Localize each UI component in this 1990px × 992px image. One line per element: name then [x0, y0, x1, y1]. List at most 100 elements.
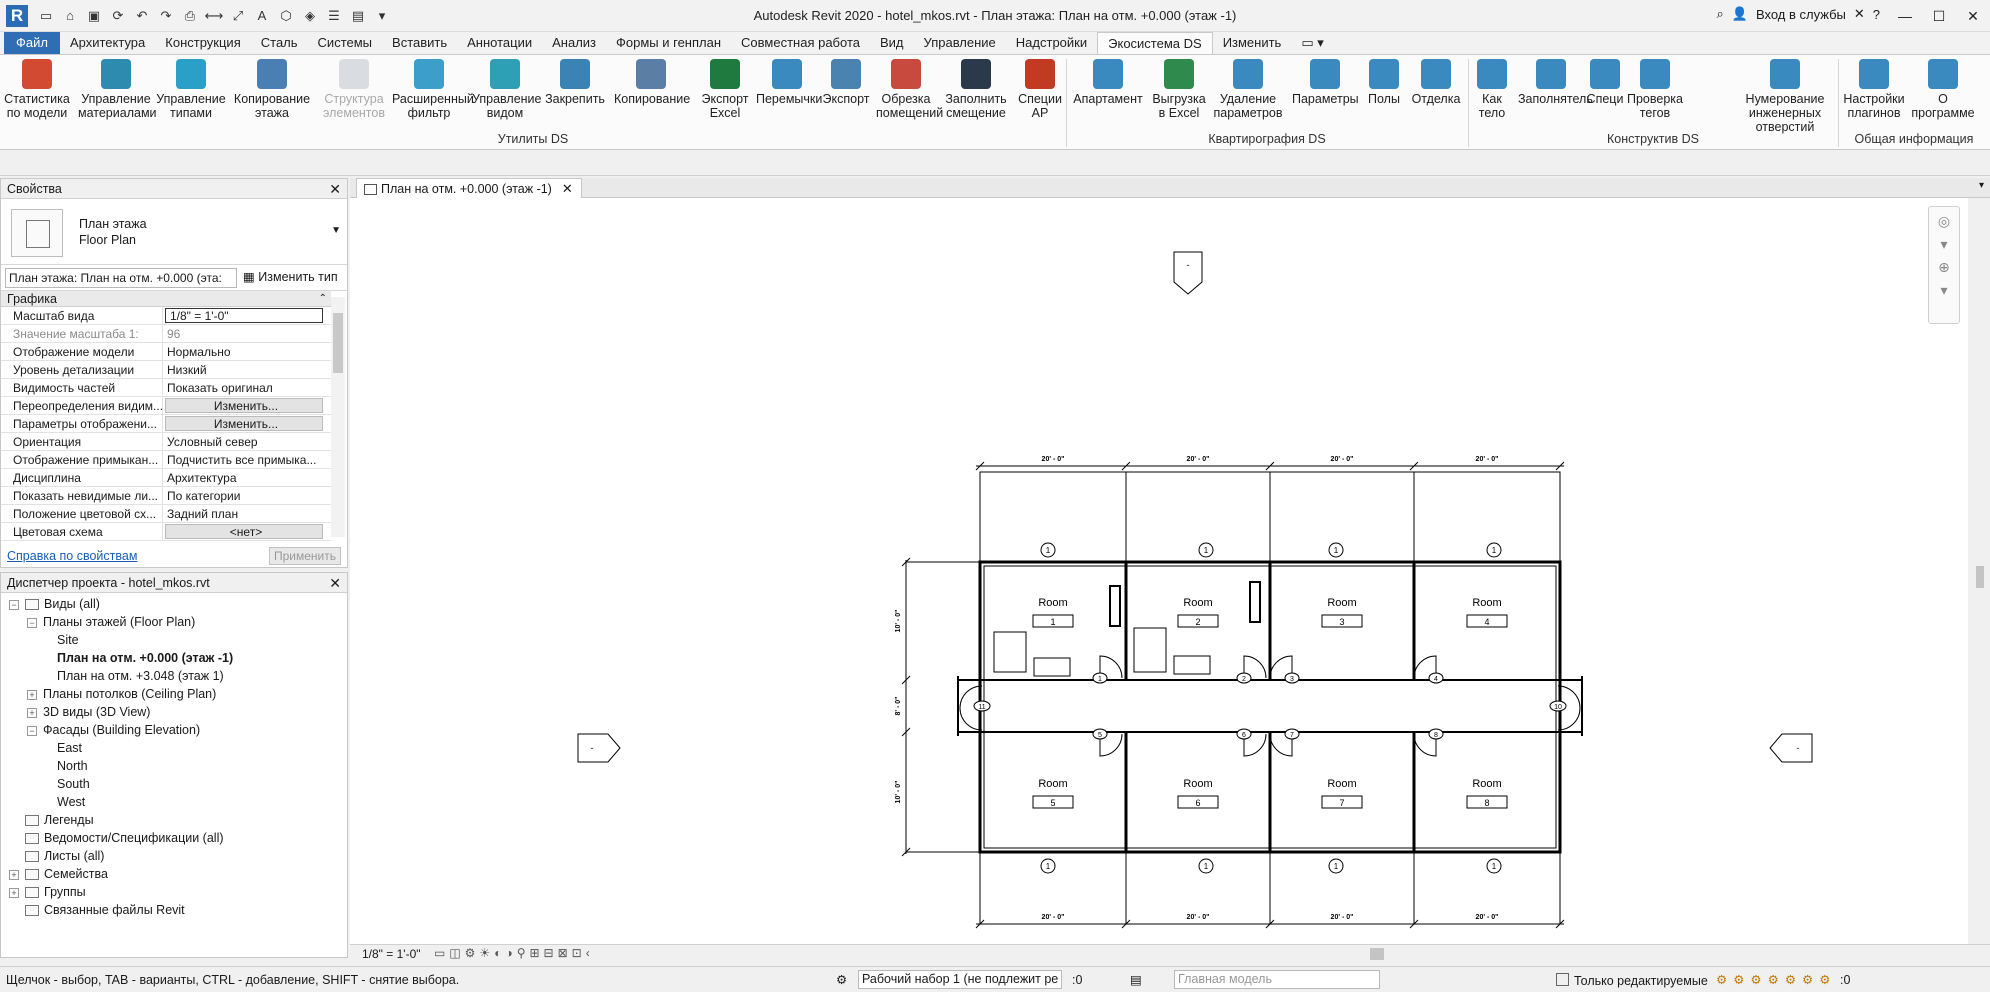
room-tag-name[interactable]: Room	[1183, 597, 1212, 609]
view-scale[interactable]: 1/8" = 1'-0"	[362, 947, 421, 961]
ribbon-button[interactable]: Параметры	[1292, 59, 1359, 106]
ribbon-button[interactable]: Перемычки	[756, 59, 822, 106]
editable-only-checkbox[interactable]: Только редактируемые	[1556, 973, 1708, 988]
ribbon-button[interactable]: Заполнятель	[1518, 59, 1593, 106]
tree-item[interactable]: Листы (all)	[9, 847, 104, 865]
expand-icon[interactable]: +	[27, 707, 37, 718]
property-row[interactable]: Масштаб вида 1/8" = 1'-0"	[1, 307, 331, 325]
close-window-icon[interactable]: ✕	[1956, 0, 1990, 32]
property-value[interactable]: Подчистить все примыка...	[163, 451, 331, 468]
scroll-thumb[interactable]	[333, 313, 343, 373]
ribbon-button[interactable]: Удаление параметров	[1212, 59, 1284, 120]
expand-icon[interactable]: +	[27, 689, 37, 700]
property-value[interactable]: 96	[163, 325, 331, 342]
worksets-icon[interactable]: ⚙	[836, 972, 847, 987]
tree-item[interactable]: План на отм. +3.048 (этаж 1)	[57, 667, 224, 685]
collapse-icon[interactable]: −	[27, 725, 37, 736]
help-button[interactable]: ?	[1873, 7, 1880, 22]
sync-icon[interactable]: ⟳	[108, 7, 128, 25]
design-option-select[interactable]: Главная модель	[1174, 970, 1380, 989]
apply-button[interactable]: Применить	[269, 547, 341, 565]
property-value[interactable]: Задний план	[163, 505, 331, 522]
tree-item[interactable]: Site	[57, 631, 79, 649]
ribbon-tab[interactable]: Сталь	[251, 32, 308, 54]
save-icon[interactable]: ▣	[84, 7, 104, 25]
property-row[interactable]: Отображение примыкан... Подчистить все пр…	[1, 451, 331, 469]
ribbon-button[interactable]: Выгрузка в Excel	[1150, 59, 1208, 120]
nav-chevron-icon[interactable]: ▾	[1929, 236, 1959, 253]
room-tag-name[interactable]: Room	[1038, 597, 1067, 609]
signin-menu[interactable]: Вход в службы	[1756, 7, 1846, 22]
tree-item[interactable]: East	[57, 739, 82, 757]
property-value[interactable]: Архитектура	[163, 469, 331, 486]
section-icon[interactable]: ◈	[300, 7, 320, 25]
ribbon-button[interactable]: Копирование	[614, 59, 690, 106]
ribbon-button[interactable]: Настройки плагинов	[1842, 59, 1906, 120]
edit-type-button[interactable]: ▦ Изменить тип	[243, 269, 338, 284]
ribbon-tab[interactable]: Конструкция	[155, 32, 250, 54]
ribbon-button[interactable]: Обрезка помещений	[876, 59, 943, 120]
thin-lines-icon[interactable]: ☰	[324, 7, 344, 25]
tree-item[interactable]: South	[57, 775, 90, 793]
elevation-marker[interactable]	[1173, 251, 1203, 295]
tree-item[interactable]: North	[57, 757, 88, 775]
room-tag-name[interactable]: Room	[1183, 778, 1212, 790]
expand-icon[interactable]: +	[9, 887, 19, 898]
room-tag-name[interactable]: Room	[1472, 778, 1501, 790]
tree-item[interactable]: План на отм. +0.000 (этаж -1)	[57, 649, 233, 667]
ribbon-tab[interactable]: Вставить	[382, 32, 457, 54]
dimension-icon[interactable]: ⤢	[228, 7, 248, 25]
floor-plan-drawing[interactable]: 20' - 0" 20' - 0" 20' - 0" 20' - 0" 20' - 0"…	[350, 198, 1968, 944]
properties-scrollbar[interactable]	[331, 297, 345, 537]
ribbon-tab[interactable]: Надстройки	[1006, 32, 1097, 54]
elevation-marker[interactable]	[1769, 733, 1813, 763]
ribbon-tab[interactable]: Файл	[4, 32, 60, 54]
room-tag-name[interactable]: Room	[1472, 597, 1501, 609]
property-value[interactable]: Изменить...	[165, 398, 323, 413]
property-row[interactable]: Видимость частей Показать оригинал	[1, 379, 331, 397]
zoom-icon[interactable]: ⊕	[1929, 259, 1959, 276]
ribbon-button[interactable]: Апартамент	[1070, 59, 1146, 106]
ribbon-tab[interactable]: Управление	[914, 32, 1006, 54]
ribbon-button[interactable]: Нумерование инженерных отверстий	[1720, 59, 1850, 134]
ribbon-button[interactable]: Статистика по модели	[4, 59, 70, 120]
3d-view-icon[interactable]: ⬡	[276, 7, 296, 25]
collapse-icon[interactable]: −	[9, 599, 19, 610]
exchange-icon[interactable]: ✕	[1854, 6, 1865, 22]
ribbon-button[interactable]: Управление типами	[156, 59, 226, 120]
property-row[interactable]: Положение цветовой сх... Задний план	[1, 505, 331, 523]
ribbon-button[interactable]: Управление материалами	[78, 59, 157, 120]
property-row[interactable]: Дисциплина Архитектура	[1, 469, 331, 487]
collapse-icon[interactable]: ⌃	[319, 291, 327, 307]
ribbon-minimize-icon[interactable]: ▭ ▾	[1291, 32, 1333, 54]
redo-icon[interactable]: ↷	[156, 7, 176, 25]
revit-logo-icon[interactable]: R	[6, 5, 28, 27]
binoculars-icon[interactable]: ⌕	[1716, 6, 1723, 22]
tree-item[interactable]: West	[57, 793, 85, 811]
properties-help-link[interactable]: Справка по свойствам	[7, 549, 137, 563]
property-row[interactable]: Переопределения видим... Изменить...	[1, 397, 331, 415]
ribbon-button[interactable]: Как тело	[1470, 59, 1514, 120]
view-control-icons[interactable]: ▭◫⚙☀◐◑⚲⊞⊟⊠⊡‹	[434, 946, 594, 960]
workset-select[interactable]: Рабочий набор 1 (не подлежит ре	[858, 970, 1062, 989]
ribbon-button[interactable]: Отделка	[1408, 59, 1464, 106]
qat-menu-icon[interactable]: ▾	[372, 7, 392, 25]
property-row[interactable]: Показать невидимые ли... По категории	[1, 487, 331, 505]
tree-item[interactable]: − Виды (all)	[9, 595, 100, 613]
room-tag-name[interactable]: Room	[1038, 778, 1067, 790]
property-row[interactable]: Уровень детализации Низкий	[1, 361, 331, 379]
property-value[interactable]: Изменить...	[165, 416, 323, 431]
room-tag-name[interactable]: Room	[1327, 778, 1356, 790]
expand-icon[interactable]: +	[9, 869, 19, 880]
ribbon-button[interactable]: Опрограмме	[1910, 59, 1976, 120]
tree-item[interactable]: + Группы	[9, 883, 86, 901]
tabs-menu-icon[interactable]: ▾	[1979, 180, 1984, 191]
open-icon[interactable]: ⌂	[60, 7, 80, 25]
maximize-icon[interactable]: ☐	[1922, 0, 1956, 32]
ribbon-button[interactable]: Заполнить смещение	[944, 59, 1008, 120]
property-row[interactable]: Ориентация Условный север	[1, 433, 331, 451]
ribbon-tab[interactable]: Аннотации	[457, 32, 542, 54]
room-tag-name[interactable]: Room	[1327, 597, 1356, 609]
tree-item[interactable]: − Планы этажей (Floor Plan)	[27, 613, 195, 631]
ribbon-button[interactable]: Расширенный фильтр	[392, 59, 474, 120]
